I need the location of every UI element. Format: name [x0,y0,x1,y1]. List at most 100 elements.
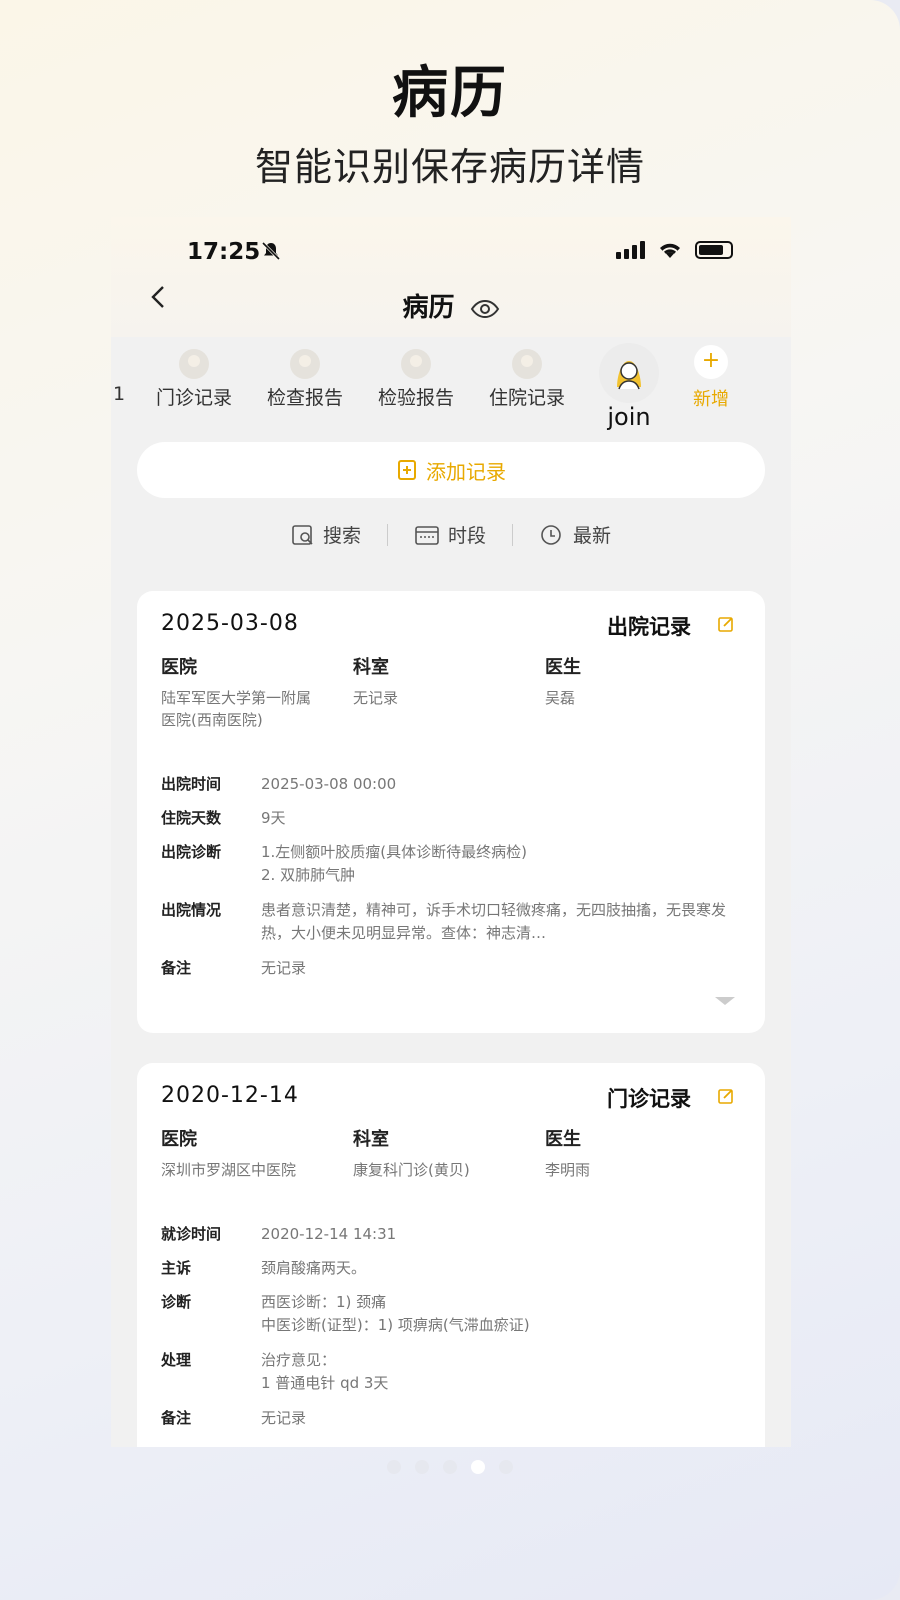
page-title-text: 病历 [402,293,455,323]
detail-row: 处理 治疗意见： 1 普通电针 qd 3天 [161,1349,731,1395]
status-time: 17:25 [187,239,261,265]
detail-key: 出院时间 [161,775,222,793]
detail-value: 西医诊断：1) 颈痛 中医诊断(证型)：1) 项痹病(气滞血瘀证) [261,1293,530,1334]
eye-icon[interactable] [470,299,500,319]
carousel-dots [0,1460,900,1474]
divider [386,523,388,546]
page-dot[interactable] [443,1460,457,1474]
add-record-label: 添加记录 [426,459,506,484]
tab-label: 门诊记录 [155,387,232,409]
detail-row: 就诊时间 2020-12-14 14:31 [161,1223,731,1246]
detail-value: 治疗意见： 1 普通电针 qd 3天 [261,1351,389,1392]
status-indicators [616,241,733,259]
avatar-icon [512,349,542,379]
tab-label: 检查报告 [266,387,343,409]
tab-join[interactable]: join [597,343,661,431]
record-type-tabs: 1 门诊记录 检查报告 检验报告 住院记录 join + 新增 [111,337,791,437]
hospital-label: 医院 [161,1129,197,1150]
hospital-column: 医院 陆军军医大学第一附属医院(西南医院) [161,653,311,731]
signal-icon [616,241,645,259]
add-document-icon [398,460,416,480]
record-card-outpatient[interactable]: 2020-12-14 门诊记录 医院 深圳市罗湖区中医院 科室 康复科门诊(黄贝… [137,1063,765,1447]
period-button[interactable]: 时段 [414,521,486,548]
detail-key: 诊断 [161,1293,192,1311]
doctor-label: 医生 [545,657,581,678]
detail-key: 出院诊断 [161,843,222,861]
record-card-discharge[interactable]: 2025-03-08 出院记录 医院 陆军军医大学第一附属医院(西南医院) 科室… [137,591,765,1033]
tab-label: 检验报告 [377,387,454,409]
phone-screen: 17:25 病历 1 门诊记录 检查报告 检验报告 住院记录 join + 新增… [111,217,791,1447]
mute-bell-icon [261,241,281,266]
detail-key: 主诉 [161,1259,192,1277]
latest-button[interactable]: 最新 [539,521,611,548]
filter-toolbar: 搜索 时段 最新 [111,521,791,548]
tab-partial[interactable]: 1 [111,349,131,405]
add-tab-label: 新增 [693,389,729,410]
record-type: 门诊记录 [607,1087,691,1111]
detail-row: 备注 无记录 [161,1407,731,1430]
page-title: 病历 [111,287,791,324]
detail-key: 备注 [161,1409,192,1427]
page-dot[interactable] [387,1460,401,1474]
department-label: 科室 [353,1129,389,1150]
tab-exam-report[interactable]: 检查报告 [255,349,355,410]
detail-key: 处理 [161,1351,192,1369]
tab-lab-report[interactable]: 检验报告 [366,349,466,410]
add-record-button[interactable]: 添加记录 [137,442,765,498]
tab-inpatient[interactable]: 住院记录 [477,349,577,410]
record-type: 出院记录 [607,615,691,639]
department-column: 科室 康复科门诊(黄贝) [353,1125,503,1181]
tab-partial-label: 1 [112,383,126,405]
plus-icon: + [694,345,728,379]
department-value: 康复科门诊(黄贝) [353,1161,470,1179]
avatar-icon [290,349,320,379]
tab-outpatient[interactable]: 门诊记录 [144,349,244,410]
doctor-column: 医生 吴磊 [545,653,695,709]
detail-row: 主诉 颈肩酸痛两天。 [161,1257,731,1280]
detail-value: 无记录 [261,959,307,977]
detail-key: 就诊时间 [161,1225,222,1243]
doctor-label: 医生 [545,1129,581,1150]
promo-subtitle: 智能识别保存病历详情 [254,145,645,189]
page-dot[interactable] [415,1460,429,1474]
avatar-icon [179,349,209,379]
edit-icon[interactable] [717,1087,735,1109]
detail-value: 2020-12-14 14:31 [261,1225,397,1243]
search-icon [292,524,313,545]
wifi-icon [660,243,680,258]
page-dot[interactable] [499,1460,513,1474]
promo-frame: 病历 智能识别保存病历详情 17:25 病历 1 门诊记录 检查报告 检验报告 … [0,0,900,1600]
detail-value: 9天 [261,809,286,827]
doctor-value: 李明雨 [545,1161,591,1179]
page-dot-active[interactable] [471,1460,485,1474]
promo-title: 病历 [392,61,508,126]
detail-value: 1.左侧额叶胶质瘤(具体诊断待最终病检) 2. 双肺肺气肿 [261,843,528,884]
doctor-value: 吴磊 [545,689,576,707]
detail-row: 诊断 西医诊断：1) 颈痛 中医诊断(证型)：1) 项痹病(气滞血瘀证) [161,1291,731,1337]
detail-value: 患者意识清楚，精神可，诉手术切口轻微疼痛，无四肢抽搐，无畏寒发热，大小便未见明显… [261,901,727,942]
clock-icon [541,524,561,545]
detail-key: 出院情况 [161,901,222,919]
detail-value: 2025-03-08 00:00 [261,775,397,793]
department-column: 科室 无记录 [353,653,503,709]
divider [512,523,513,546]
detail-row: 住院天数 9天 [161,807,731,830]
department-value: 无记录 [353,689,399,707]
hospital-value: 深圳市罗湖区中医院 [161,1161,297,1179]
search-button[interactable]: 搜索 [291,521,361,548]
department-label: 科室 [353,657,389,678]
expand-chevron-icon[interactable] [715,997,735,1005]
edit-icon[interactable] [717,615,735,637]
search-label: 搜索 [322,525,361,547]
detail-value: 颈肩酸痛两天。 [261,1259,367,1277]
hospital-column: 医院 深圳市罗湖区中医院 [161,1125,311,1181]
doctor-column: 医生 李明雨 [545,1125,695,1181]
tab-join-label: join [607,403,651,431]
detail-row: 出院时间 2025-03-08 00:00 [161,773,731,796]
detail-key: 备注 [161,959,192,977]
detail-row: 出院诊断 1.左侧额叶胶质瘤(具体诊断待最终病检) 2. 双肺肺气肿 [161,841,731,887]
record-date: 2025-03-08 [161,611,299,636]
hospital-value: 陆军军医大学第一附属医院(西南医院) [161,689,312,729]
add-tab-button[interactable]: + 新增 [681,345,741,411]
avatar-icon [401,349,431,379]
